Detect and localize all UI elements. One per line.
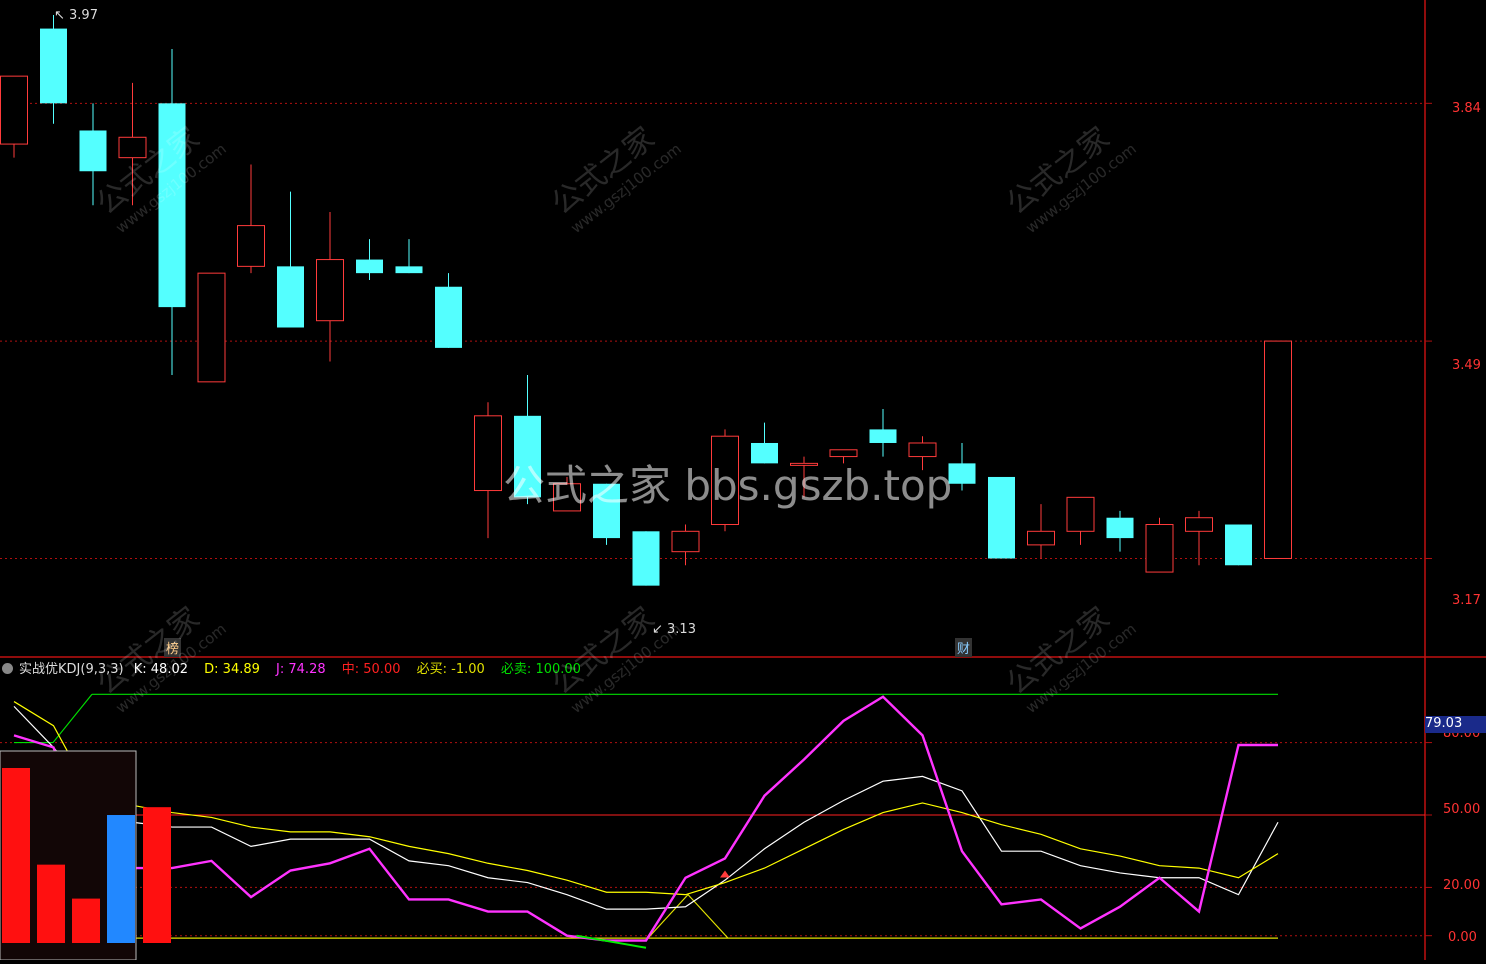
candle-body — [671, 530, 700, 553]
volume-bar — [143, 807, 171, 943]
legend-mid: 中: 50.00 — [341, 662, 401, 677]
candle-body — [474, 415, 502, 492]
candle-body — [0, 75, 28, 145]
candle-body — [869, 429, 897, 443]
candle-body — [356, 259, 383, 274]
legend-j: J: 74.28 — [276, 662, 326, 677]
candle-body — [553, 483, 581, 512]
candle-body — [908, 442, 937, 458]
candle-body — [237, 225, 265, 267]
marker-cai[interactable]: 财 — [955, 638, 973, 657]
kdj-tick-label: 20.00 — [1443, 878, 1481, 893]
candle-body — [948, 463, 976, 484]
chart-stage: 实战优KDJ(9,3,3) K: 48.02 D: 34.89 J: 74.28… — [0, 0, 1486, 961]
price-tick-label: 3.84 — [1452, 101, 1481, 116]
kdj-title: 实战优KDJ(9,3,3) — [19, 662, 124, 677]
candle-body — [790, 462, 818, 466]
candle-body — [40, 28, 67, 104]
candle-body — [751, 442, 778, 464]
series-j-line — [13, 695, 1278, 942]
candle-body — [1027, 530, 1055, 546]
candle-body — [711, 435, 739, 526]
high-price-label: ↖ 3.97 — [54, 8, 98, 23]
price-tick-label: 3.17 — [1452, 593, 1481, 608]
candle-body — [1225, 524, 1252, 566]
legend-sell: 必卖: 100.00 — [500, 662, 581, 677]
candle-body — [829, 449, 858, 458]
legend-k: K: 48.02 — [133, 662, 188, 677]
j-low-segment — [576, 934, 647, 949]
candle-body — [1264, 340, 1292, 559]
candle-body — [632, 531, 660, 586]
candle-body — [988, 476, 1015, 559]
candle-body — [316, 259, 344, 322]
buy-arrow-icon — [720, 870, 730, 878]
candle-body — [158, 103, 186, 308]
candle-body — [277, 266, 304, 328]
low-price-label: ↙ 3.13 — [652, 622, 696, 637]
candle-body — [1185, 517, 1213, 532]
legend-buy: 必买: -1.00 — [416, 662, 485, 677]
volume-bar — [37, 864, 65, 943]
candle-body — [593, 483, 620, 539]
kdj-tick-label: 50.00 — [1443, 802, 1481, 817]
candle-body — [435, 286, 462, 348]
series-d-line — [13, 701, 1279, 896]
candle-body — [514, 415, 541, 498]
last-value-badge: 79.03 — [1425, 716, 1486, 733]
candle-body — [1145, 524, 1174, 573]
marker-bang[interactable]: 榜 — [164, 638, 182, 657]
candle-body — [1106, 517, 1134, 539]
kdj-tick-label: 0.00 — [1448, 930, 1477, 945]
series-k-line — [13, 705, 1279, 910]
chart-svg — [0, 0, 1486, 961]
candle-body — [1066, 496, 1095, 532]
kdj-header: 实战优KDJ(9,3,3) K: 48.02 D: 34.89 J: 74.28… — [2, 658, 593, 677]
candle-body — [197, 272, 226, 383]
candle-body — [118, 136, 147, 159]
collapse-icon[interactable] — [2, 663, 13, 674]
candle-body — [79, 130, 107, 172]
volume-bar — [107, 815, 135, 943]
legend-d: D: 34.89 — [204, 662, 260, 677]
candle-body — [395, 266, 423, 274]
price-tick-label: 3.49 — [1452, 358, 1481, 373]
volume-bar — [2, 768, 30, 943]
volume-bar — [72, 898, 100, 943]
